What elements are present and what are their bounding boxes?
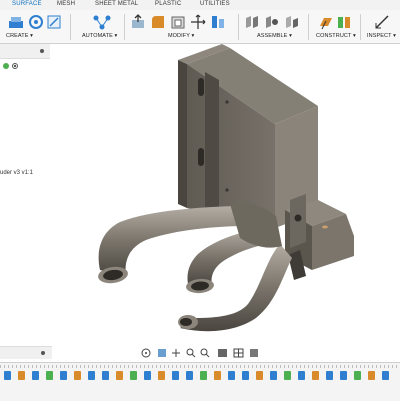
orbit-icon[interactable] (141, 348, 151, 358)
tab-mesh[interactable]: MESH (57, 1, 75, 7)
timeline-feature-icon[interactable] (60, 371, 67, 380)
assemble-menu[interactable]: ASSEMBLE ▾ (257, 33, 292, 39)
timeline-feature-icon[interactable] (74, 371, 81, 380)
inspect-label: INSPECT (367, 33, 392, 39)
measure-icon[interactable] (374, 14, 390, 30)
timeline-feature-icon[interactable] (130, 371, 137, 380)
modify-label: MODIFY (168, 33, 190, 39)
timeline-feature-icon[interactable] (144, 371, 151, 380)
align-icon[interactable] (210, 14, 226, 30)
grid-settings-icon[interactable] (233, 348, 244, 358)
display-settings-icon[interactable] (218, 349, 227, 357)
plate-left-edge (178, 60, 187, 208)
automate-icon[interactable] (92, 14, 112, 30)
inspect-menu[interactable]: INSPECT ▾ (367, 33, 396, 39)
toolbar-divider (360, 14, 361, 40)
mounting-hole (225, 100, 229, 104)
tab-utilities[interactable]: UTILITIES (200, 1, 230, 7)
modify-menu[interactable]: MODIFY ▾ (168, 33, 194, 39)
browser-panel-header[interactable] (0, 44, 50, 59)
timeline (0, 362, 400, 401)
timeline-feature-icon[interactable] (256, 371, 263, 380)
radio-dot (13, 64, 17, 68)
canvas-viewport[interactable] (0, 44, 400, 354)
timeline-feature-icon[interactable] (354, 371, 361, 380)
zoom-icon[interactable] (186, 348, 196, 358)
timeline-feature-icon[interactable] (326, 371, 333, 380)
plate-rib (205, 72, 219, 226)
timeline-feature-icon[interactable] (18, 371, 25, 380)
timeline-feature-icon[interactable] (88, 371, 95, 380)
panel-dot-icon (40, 49, 44, 53)
timeline-feature-icon[interactable] (382, 371, 389, 380)
as-built-joint-icon[interactable] (264, 14, 280, 30)
timeline-feature-icon[interactable] (312, 371, 319, 380)
comments-panel-header[interactable] (0, 346, 52, 359)
create-label: CREATE (6, 33, 29, 39)
fit-icon[interactable] (200, 348, 210, 358)
hose-opening-right (180, 318, 192, 326)
press-pull-icon[interactable] (130, 14, 146, 30)
toolbar-divider (238, 14, 239, 40)
timeline-feature-icon[interactable] (158, 371, 165, 380)
revolve-icon[interactable] (28, 14, 44, 30)
move-icon[interactable] (190, 14, 206, 30)
shell-icon[interactable] (170, 14, 186, 30)
timeline-feature-icon[interactable] (368, 371, 375, 380)
joint-icon[interactable] (244, 14, 260, 30)
active-indicator-icon (3, 63, 9, 69)
tab-plastic[interactable]: PLASTIC (155, 1, 181, 7)
navigation-bar (141, 348, 258, 358)
visibility-toggle[interactable] (2, 62, 18, 70)
toolbar-divider (308, 14, 309, 40)
timeline-ruler (0, 365, 400, 368)
assemble-label: ASSEMBLE (257, 33, 288, 39)
mounting-hole (225, 188, 229, 192)
timeline-feature-icon[interactable] (172, 371, 179, 380)
timeline-feature-icon[interactable] (270, 371, 277, 380)
tab-surface[interactable]: SURFACE (12, 1, 42, 7)
timeline-feature-icon[interactable] (116, 371, 123, 380)
timeline-feature-icon[interactable] (200, 371, 207, 380)
automate-menu[interactable]: AUTOMATE ▾ (82, 33, 117, 39)
midplane-icon[interactable] (336, 14, 352, 30)
panel-dot-icon (41, 351, 45, 355)
pan-icon[interactable] (172, 349, 180, 357)
create-menu[interactable]: CREATE ▾ (6, 33, 33, 39)
timeline-feature-icon[interactable] (340, 371, 347, 380)
timeline-feature-icon[interactable] (46, 371, 53, 380)
bracket-highlight (322, 225, 328, 229)
offset-plane-icon[interactable] (318, 14, 334, 30)
timeline-feature-icon[interactable] (242, 371, 249, 380)
workspace-tab-row: SURFACE MESH SHEET METAL PLASTIC UTILITI… (0, 0, 400, 10)
automate-label: AUTOMATE (82, 33, 113, 39)
timeline-feature-icon[interactable] (4, 371, 11, 380)
sketch-icon[interactable] (46, 14, 62, 30)
look-at-icon[interactable] (158, 349, 166, 357)
mounting-slot-top (198, 78, 204, 96)
timeline-feature-icon[interactable] (102, 371, 109, 380)
rigid-group-icon[interactable] (284, 14, 300, 30)
construct-label: CONSTRUCT (316, 33, 352, 39)
mounting-slot-middle (198, 148, 204, 166)
toolbar: CREATE ▾ AUTOMATE ▾ MODIFY ▾ ASSEMBLE ▾ (0, 10, 400, 44)
toolbar-divider (124, 14, 125, 40)
3d-model[interactable] (0, 44, 400, 354)
toolbar-divider (70, 14, 71, 40)
timeline-feature-icon[interactable] (32, 371, 39, 380)
fillet-icon[interactable] (150, 14, 166, 30)
timeline-feature-icon[interactable] (214, 371, 221, 380)
timeline-feature-icon[interactable] (186, 371, 193, 380)
bracket-hole (294, 214, 302, 222)
timeline-feature-icon[interactable] (298, 371, 305, 380)
construct-menu[interactable]: CONSTRUCT ▾ (316, 33, 356, 39)
timeline-feature-icon[interactable] (284, 371, 291, 380)
timeline-feature-icon[interactable] (228, 371, 235, 380)
extrude-icon[interactable] (8, 14, 24, 30)
component-label[interactable]: uder v3 v1:1 (0, 170, 33, 176)
viewports-icon[interactable] (250, 349, 258, 357)
tab-sheet-metal[interactable]: SHEET METAL (95, 1, 138, 7)
